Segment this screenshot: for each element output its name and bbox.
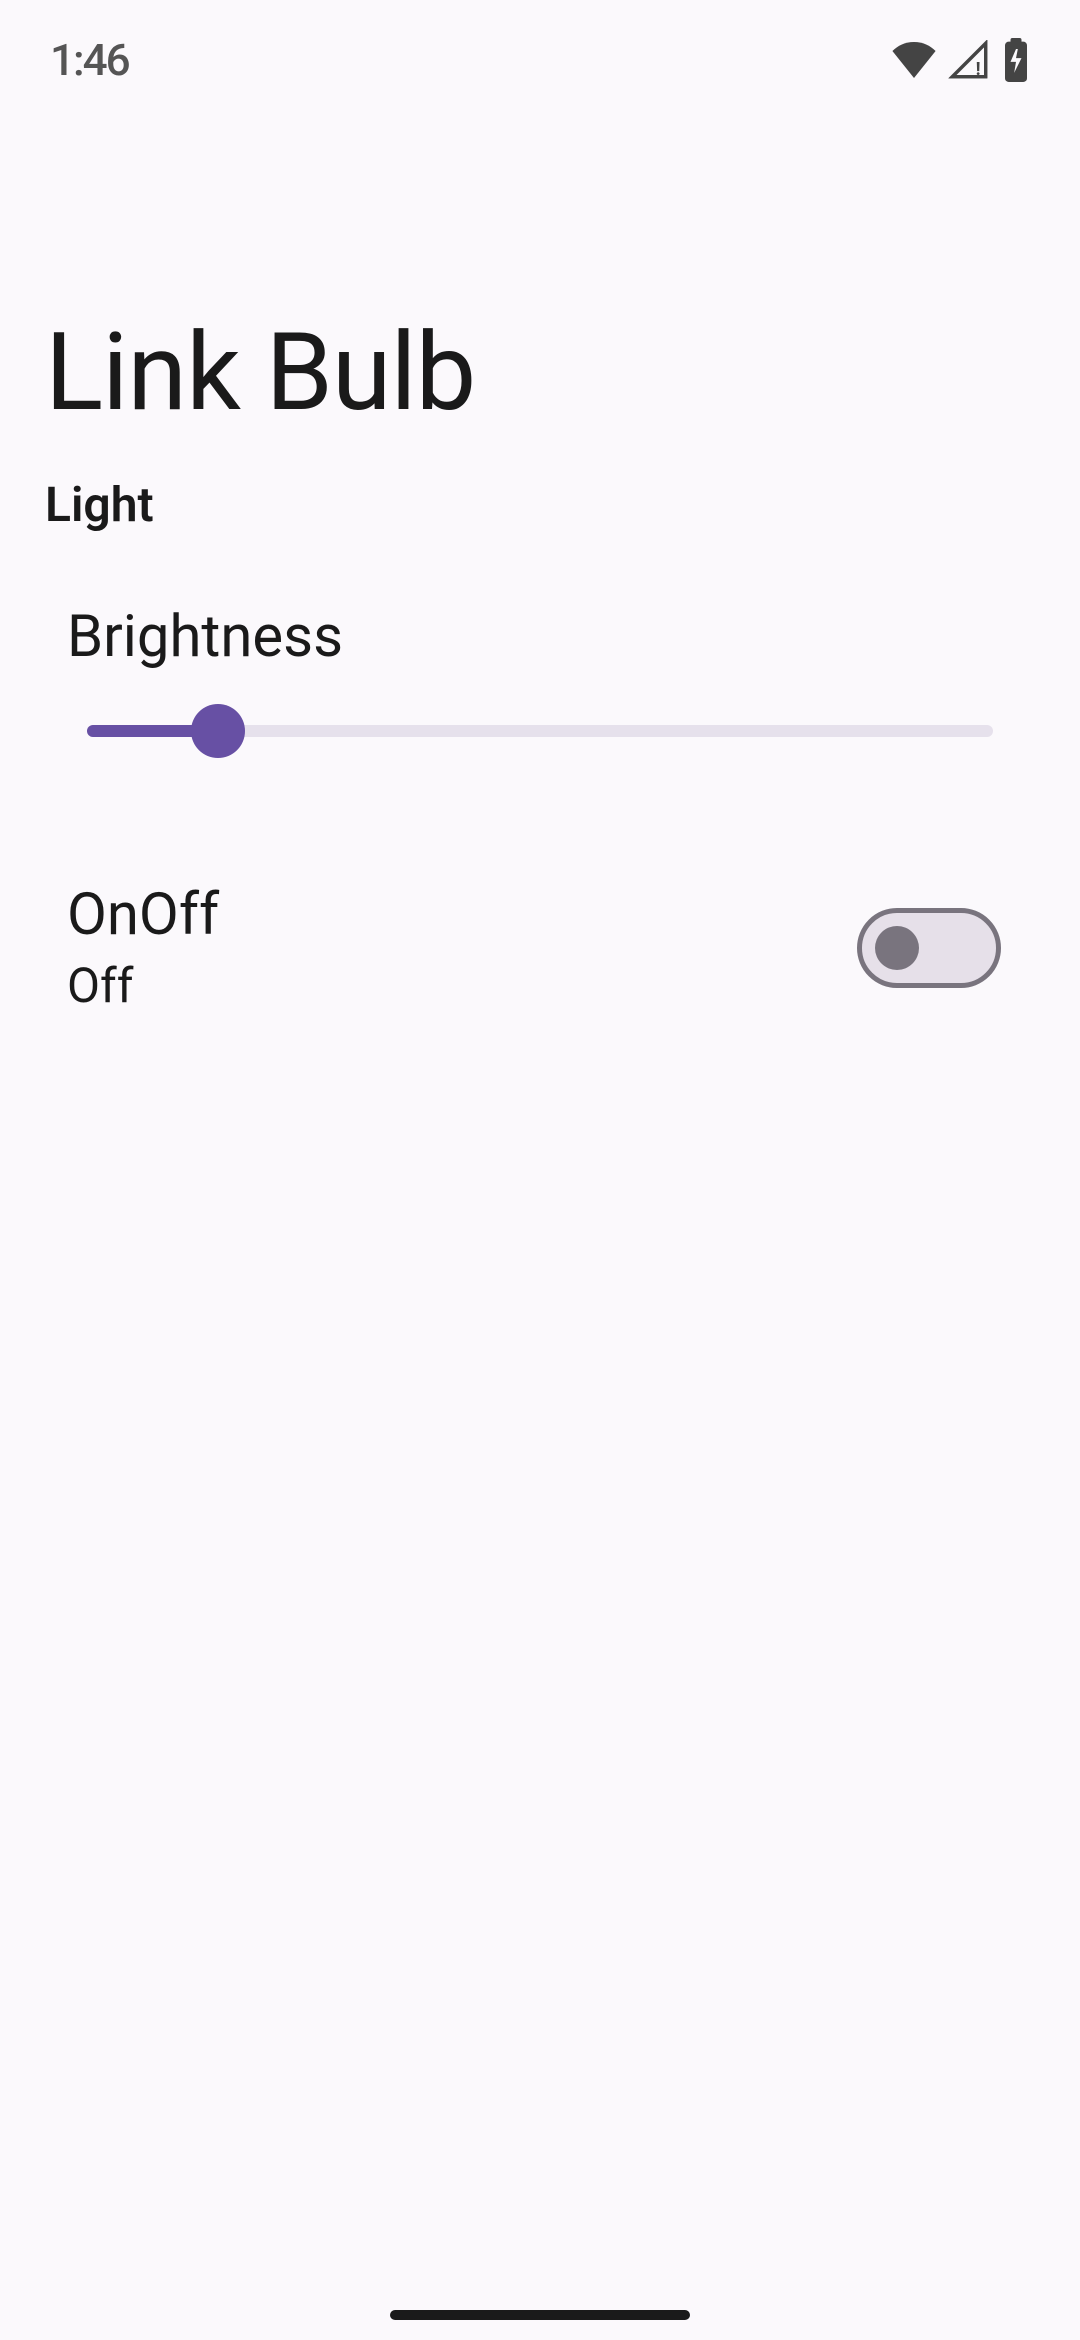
onoff-status: Off (67, 957, 219, 1014)
navigation-handle[interactable] (390, 2310, 690, 2320)
brightness-slider[interactable] (67, 711, 1013, 751)
status-icons: ! (892, 38, 1030, 82)
toggle-thumb (875, 926, 919, 970)
wifi-icon (892, 42, 936, 78)
onoff-toggle[interactable] (857, 908, 1001, 988)
status-time: 1:46 (50, 34, 129, 86)
signal-icon: ! (948, 40, 990, 80)
svg-text:!: ! (976, 59, 981, 80)
page-subtitle: Light (45, 476, 1035, 533)
brightness-label: Brightness (67, 603, 1013, 671)
brightness-section: Brightness (45, 603, 1035, 751)
onoff-labels: OnOff Off (67, 881, 219, 1014)
battery-icon (1002, 38, 1030, 82)
onoff-title: OnOff (67, 881, 219, 949)
onoff-section: OnOff Off (45, 881, 1035, 1014)
status-bar: 1:46 ! (0, 0, 1080, 110)
slider-thumb[interactable] (191, 704, 245, 758)
page-title: Link Bulb (45, 310, 1035, 436)
